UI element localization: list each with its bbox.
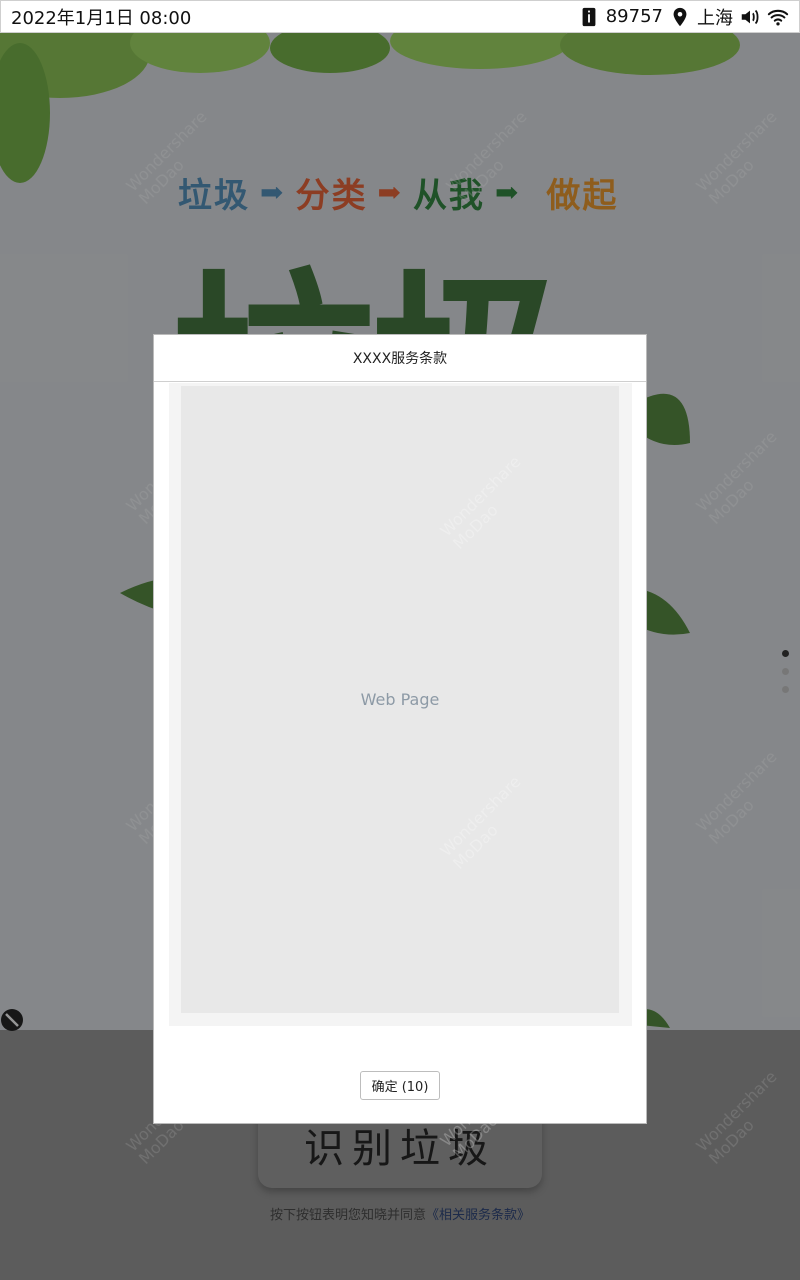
volume-icon xyxy=(739,6,761,28)
status-bar: 2022年1月1日 08:00 89757 上海 xyxy=(0,0,800,33)
terms-modal: XXXX服务条款 Web Page 确定 (10) Wondershare MoD… xyxy=(153,334,647,1163)
confirm-button[interactable]: 确定 (10) xyxy=(360,1071,440,1100)
location-pin-icon xyxy=(669,6,691,28)
webpage-placeholder[interactable]: Web Page xyxy=(181,386,619,1013)
status-counter: 89757 xyxy=(605,6,663,27)
webpage-frame: Web Page xyxy=(169,383,632,1026)
modal-title: XXXX服务条款 xyxy=(154,335,646,382)
status-right-group: 89757 上海 xyxy=(578,4,789,30)
status-location: 上海 xyxy=(697,7,733,29)
info-card-icon xyxy=(578,6,600,28)
wifi-icon xyxy=(767,6,789,28)
status-datetime: 2022年1月1日 08:00 xyxy=(11,7,192,29)
